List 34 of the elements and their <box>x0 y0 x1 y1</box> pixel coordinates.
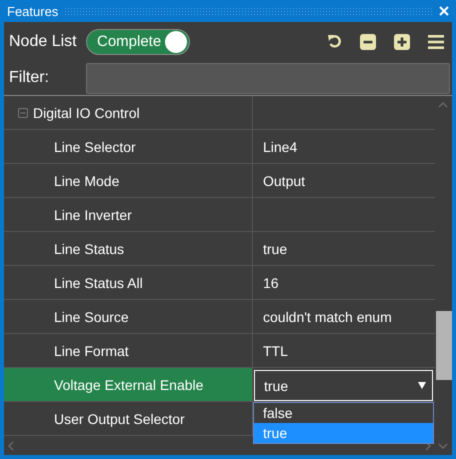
property-name[interactable]: Digital IO Control <box>33 104 140 120</box>
caret-icon <box>418 382 426 389</box>
property-value: Line4 <box>263 138 298 154</box>
close-icon[interactable] <box>439 6 449 16</box>
node-list-label: Node List <box>9 32 78 51</box>
property-name[interactable]: Line Selector <box>54 138 136 154</box>
property-name[interactable]: Line Mode <box>54 172 120 188</box>
property-name[interactable]: User Output Selector <box>54 410 185 426</box>
property-value: 16 <box>263 274 279 290</box>
expand-all-icon[interactable] <box>394 34 410 50</box>
property-value: couldn't match enum <box>263 308 392 324</box>
property-name[interactable]: Line Inverter <box>54 206 132 222</box>
property-name[interactable]: Line Status <box>54 240 124 256</box>
title-bar-grip[interactable] <box>64 7 433 15</box>
property-name[interactable]: Line Source <box>54 308 129 324</box>
collapse-icon[interactable] <box>18 108 28 118</box>
property-value: Output <box>263 172 306 188</box>
property-name[interactable]: Line Status All <box>54 274 143 290</box>
property-name[interactable]: Line Format <box>54 342 129 358</box>
filter-field[interactable] <box>86 62 450 94</box>
mode-toggle[interactable]: Complete <box>86 28 190 55</box>
menu-icon[interactable] <box>428 34 444 49</box>
property-value: TTL <box>263 342 288 358</box>
scroll-left-icon[interactable] <box>8 440 14 450</box>
property-value: true <box>263 240 288 256</box>
value-dropdown[interactable]: true <box>254 370 433 401</box>
dropdown-option[interactable]: false <box>254 403 433 423</box>
window-title: Features <box>7 4 58 18</box>
scroll-up-icon[interactable] <box>438 102 448 108</box>
scrollbar-thumb[interactable] <box>436 311 452 380</box>
collapse-all-icon[interactable] <box>360 34 376 50</box>
filter-label: Filter: <box>9 69 50 88</box>
scroll-down-icon[interactable] <box>438 443 448 449</box>
refresh-icon[interactable] <box>328 34 342 50</box>
